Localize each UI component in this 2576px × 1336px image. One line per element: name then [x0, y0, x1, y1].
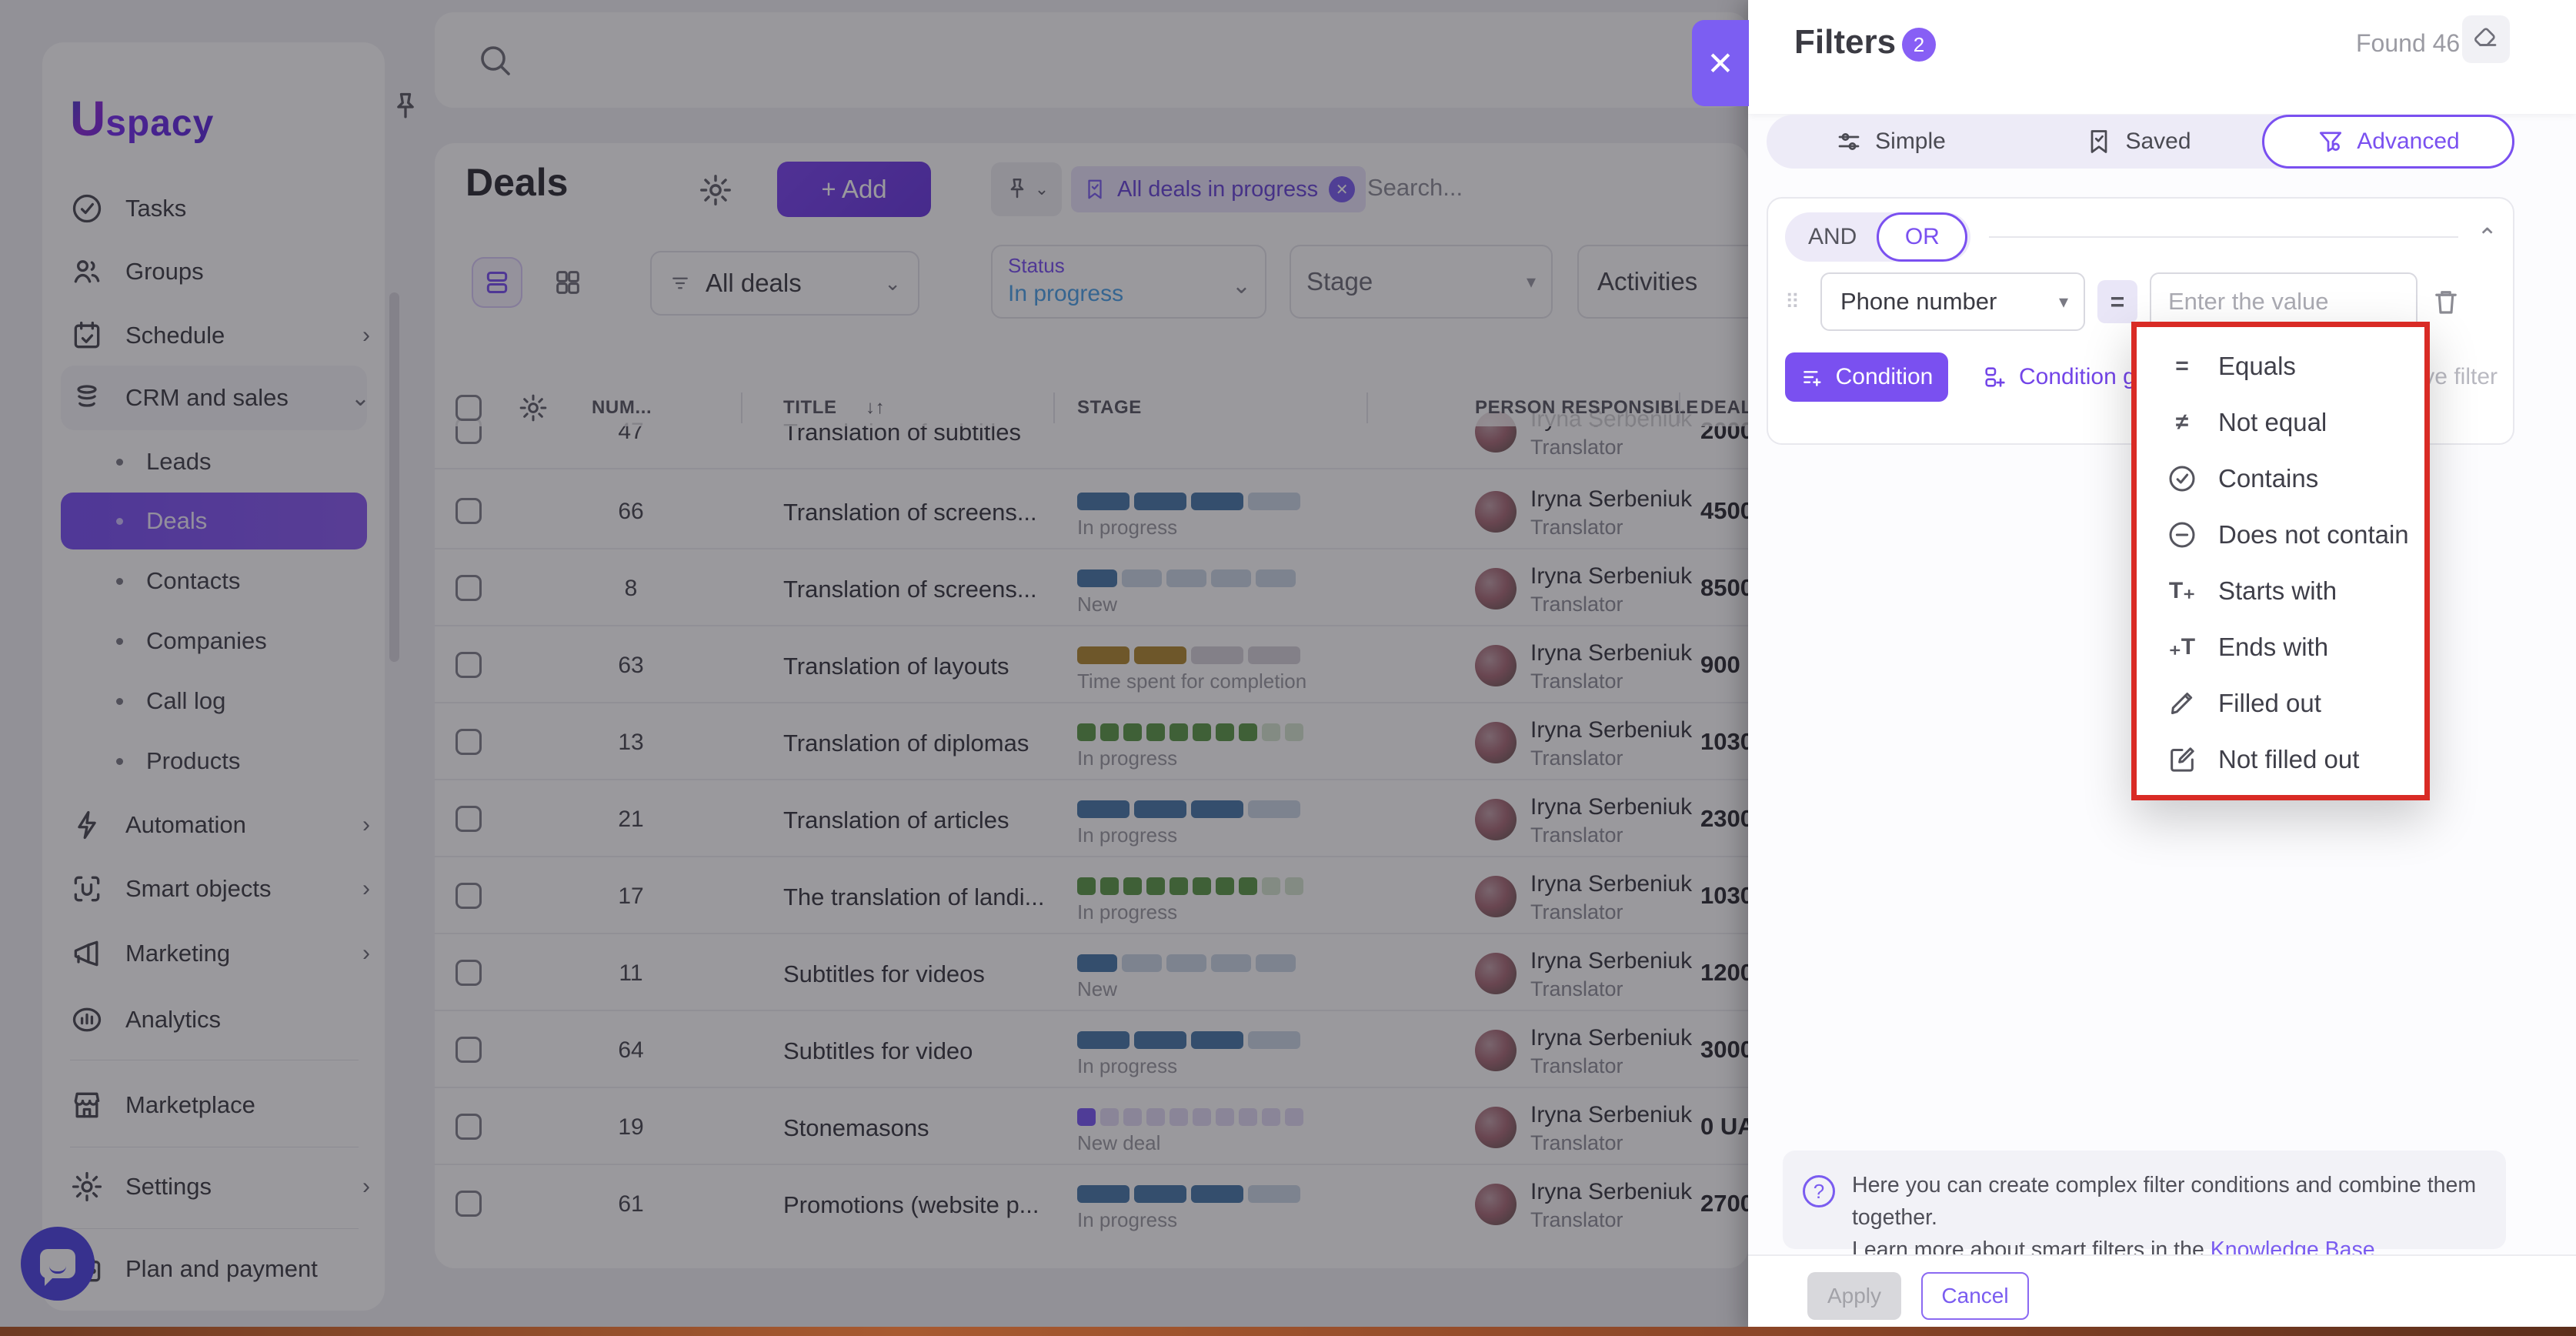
menu-item-does-not-contain[interactable]: Does not contain: [2137, 506, 2424, 563]
question-icon: ?: [1803, 1175, 1835, 1207]
and-option[interactable]: AND: [1785, 224, 1877, 250]
bookmark-icon: [2085, 128, 2113, 155]
menu-item-ends-with[interactable]: ₊T Ends with: [2137, 619, 2424, 675]
field-select-value: Phone number: [1840, 288, 1997, 316]
not-equal-icon: ≠: [2164, 409, 2200, 436]
tab-simple[interactable]: Simple: [1767, 115, 2014, 169]
condition-group-icon: [1982, 364, 2008, 390]
menu-item-label: Contains: [2218, 464, 2318, 493]
menu-item-not-filled-out[interactable]: Not filled out: [2137, 731, 2424, 787]
eraser-icon: [2472, 25, 2500, 53]
tab-saved[interactable]: Saved: [2014, 115, 2262, 169]
help-note: ? Here you can create complex filter con…: [1783, 1151, 2506, 1249]
tab-label: Advanced: [2357, 129, 2459, 155]
menu-item-contains[interactable]: Contains: [2137, 450, 2424, 506]
filters-footer: Apply Cancel: [1748, 1254, 2576, 1336]
tab-label: Simple: [1875, 129, 1946, 155]
menu-item-not-equal[interactable]: ≠ Not equal: [2137, 394, 2424, 450]
starts-with-icon: T₊: [2164, 577, 2200, 604]
app-root: Uspacy Tasks Groups Schedule › CRM and s…: [0, 0, 2576, 1336]
tab-advanced[interactable]: Advanced: [2262, 115, 2514, 169]
found-count: Found 46: [2356, 29, 2460, 58]
square-pencil-icon: [2164, 744, 2200, 775]
caret-down-icon: ▾: [2059, 291, 2068, 313]
apply-button[interactable]: Apply: [1807, 1272, 1901, 1320]
operator-dropdown-annotated: = Equals ≠ Not equal Contains Does not c…: [2131, 322, 2430, 800]
filter-mode-tabs: Simple Saved Advanced: [1767, 115, 2514, 169]
filters-title: Filters: [1794, 23, 1896, 62]
button-label: Condition: [1836, 364, 1934, 390]
filters-count-badge: 2: [1902, 28, 1936, 62]
menu-item-filled-out[interactable]: Filled out: [2137, 675, 2424, 731]
menu-item-label: Not filled out: [2218, 745, 2359, 774]
circle-minus-icon: [2164, 519, 2200, 550]
funnel-icon: [2317, 128, 2344, 155]
menu-item-starts-with[interactable]: T₊ Starts with: [2137, 563, 2424, 619]
sliders-icon: [1835, 128, 1863, 155]
add-condition-button[interactable]: Condition: [1785, 352, 1948, 402]
close-filters-button[interactable]: ✕: [1692, 20, 1749, 106]
field-select[interactable]: Phone number ▾: [1820, 272, 2085, 331]
menu-item-label: Does not contain: [2218, 520, 2409, 549]
and-or-toggle: AND OR: [1785, 212, 1970, 262]
tab-label: Saved: [2125, 129, 2191, 155]
or-option-selected[interactable]: OR: [1877, 212, 1967, 262]
pencil-icon: [2164, 688, 2200, 719]
drag-handle-icon[interactable]: ⠿: [1785, 296, 1808, 307]
menu-item-label: Equals: [2218, 352, 2296, 381]
collapse-group-icon[interactable]: ⌃: [2477, 222, 2498, 252]
cancel-button[interactable]: Cancel: [1921, 1272, 2029, 1320]
close-icon: ✕: [1707, 45, 1733, 82]
clear-filters-button[interactable]: [2462, 15, 2510, 63]
trash-icon[interactable]: [2430, 286, 2462, 318]
desktop-edge-strip: [0, 1327, 2576, 1336]
menu-item-label: Not equal: [2218, 408, 2327, 437]
menu-item-label: Ends with: [2218, 633, 2328, 662]
menu-item-label: Starts with: [2218, 576, 2337, 606]
menu-item-label: Filled out: [2218, 689, 2321, 718]
equals-icon: =: [2164, 353, 2200, 379]
filters-panel-header: Filters 2 Found 46: [1748, 0, 2576, 114]
ends-with-icon: ₊T: [2164, 633, 2200, 660]
menu-item-equals[interactable]: = Equals: [2137, 338, 2424, 394]
circle-check-icon: [2164, 463, 2200, 494]
logic-toggle-row: AND OR ⌃: [1785, 212, 2498, 262]
help-line1: Here you can create complex filter condi…: [1852, 1173, 2476, 1230]
operator-button[interactable]: =: [2097, 280, 2137, 323]
add-condition-icon: [1800, 365, 1825, 389]
divider: [1989, 236, 2458, 238]
